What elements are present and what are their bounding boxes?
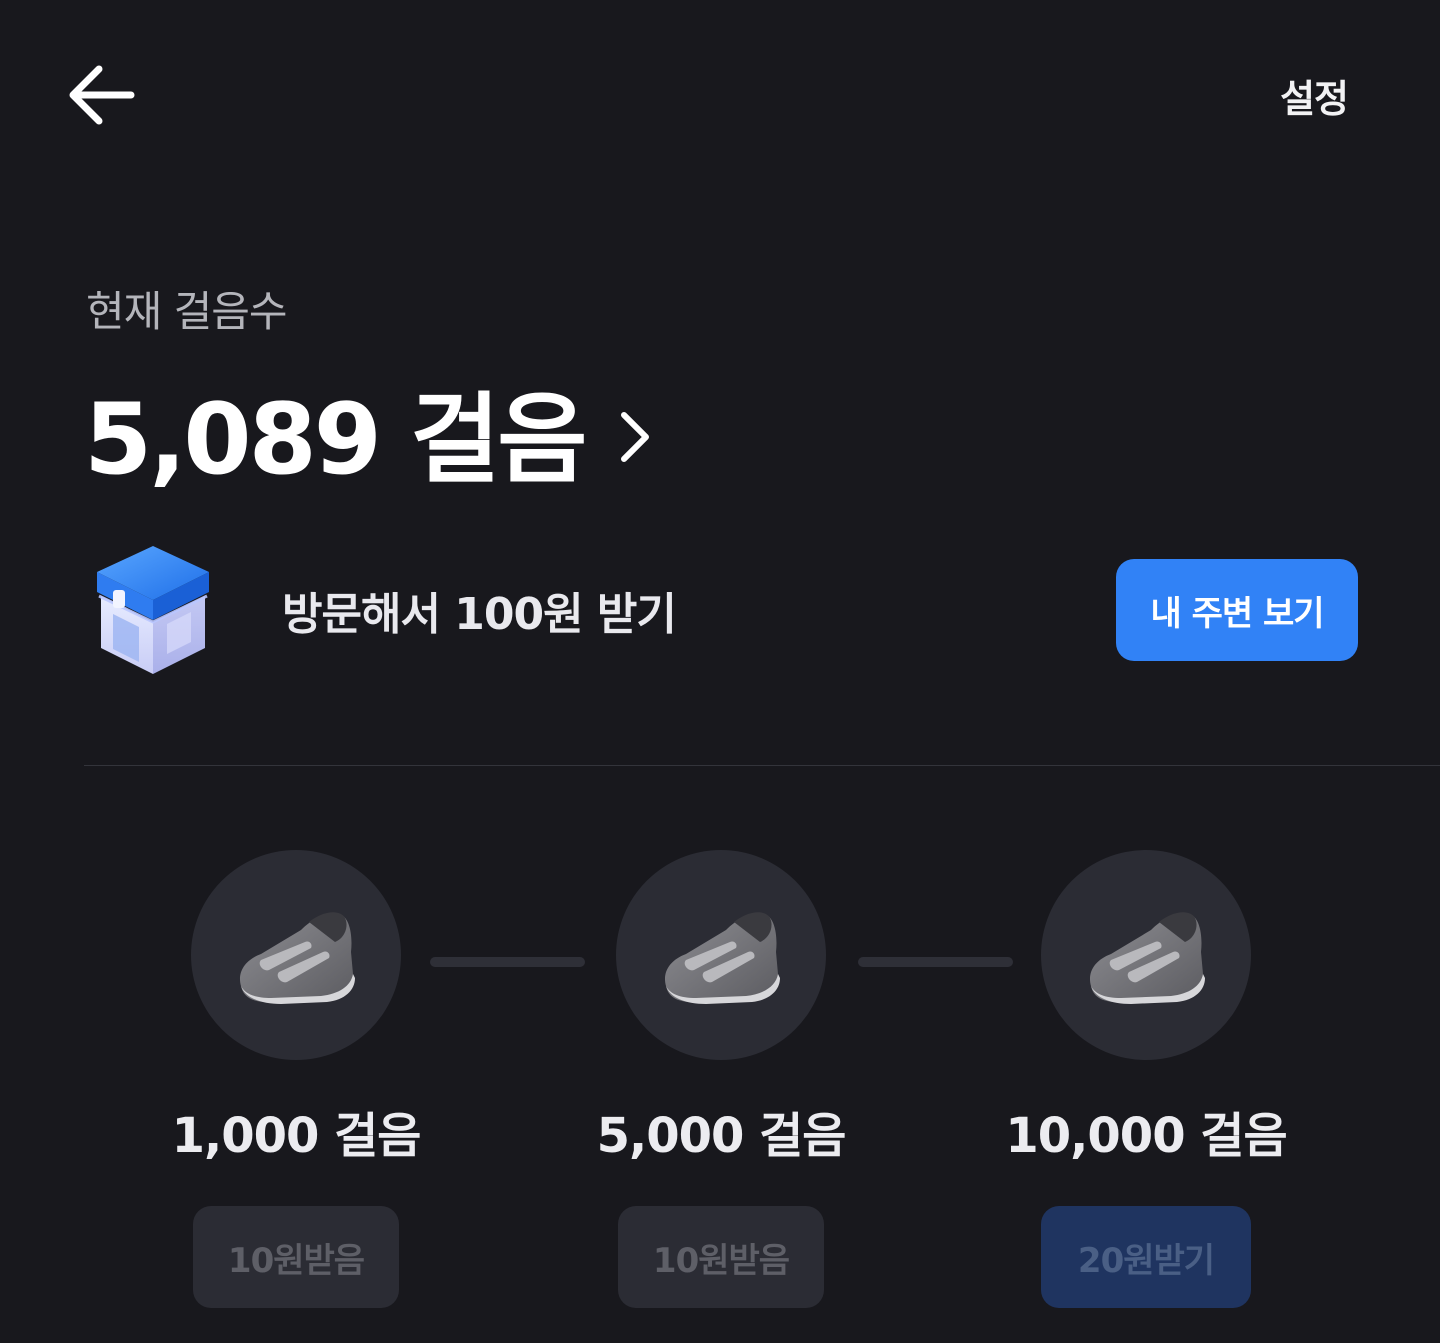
back-button[interactable] (58, 58, 142, 132)
shoe-icon (191, 850, 401, 1060)
chevron-right-icon (618, 409, 652, 465)
milestone-item: 5,000 걸음 10원받음 (571, 850, 871, 1308)
arrow-left-icon (69, 65, 135, 125)
settings-button[interactable]: 설정 (1280, 68, 1349, 123)
reward-claimed-button: 10원받음 (193, 1206, 399, 1308)
milestone-label: 10,000 걸음 (1005, 1108, 1287, 1164)
milestone-item: 1,000 걸음 10원받음 (146, 850, 446, 1308)
milestone-label: 5,000 걸음 (596, 1108, 847, 1164)
visit-reward-text: 방문해서 100원 받기 (282, 589, 677, 640)
milestone-label: 1,000 걸음 (171, 1108, 422, 1164)
current-steps-link[interactable]: 5,089 걸음 (84, 360, 652, 502)
reward-claim-button[interactable]: 20원받기 (1041, 1206, 1251, 1308)
shoe-icon (616, 850, 826, 1060)
shoe-icon (1041, 850, 1251, 1060)
visit-reward-row: 방문해서 100원 받기 내 주변 보기 (86, 540, 1358, 680)
current-steps-value: 5,089 걸음 (84, 383, 587, 497)
steps-reward-screen: 설정 현재 걸음수 5,089 걸음 방문해서 100원 받기 내 주변 보기 … (0, 0, 1440, 1343)
milestone-list: 1,000 걸음 10원받음 5,000 걸음 10원받음 10,000 걸음 … (0, 850, 1440, 1310)
reward-claimed-button: 10원받음 (618, 1206, 824, 1308)
nearby-button[interactable]: 내 주변 보기 (1116, 559, 1358, 661)
store-icon (86, 540, 220, 680)
section-divider (84, 765, 1440, 766)
milestone-item: 10,000 걸음 20원받기 (996, 850, 1296, 1308)
current-steps-label: 현재 걸음수 (86, 287, 288, 336)
